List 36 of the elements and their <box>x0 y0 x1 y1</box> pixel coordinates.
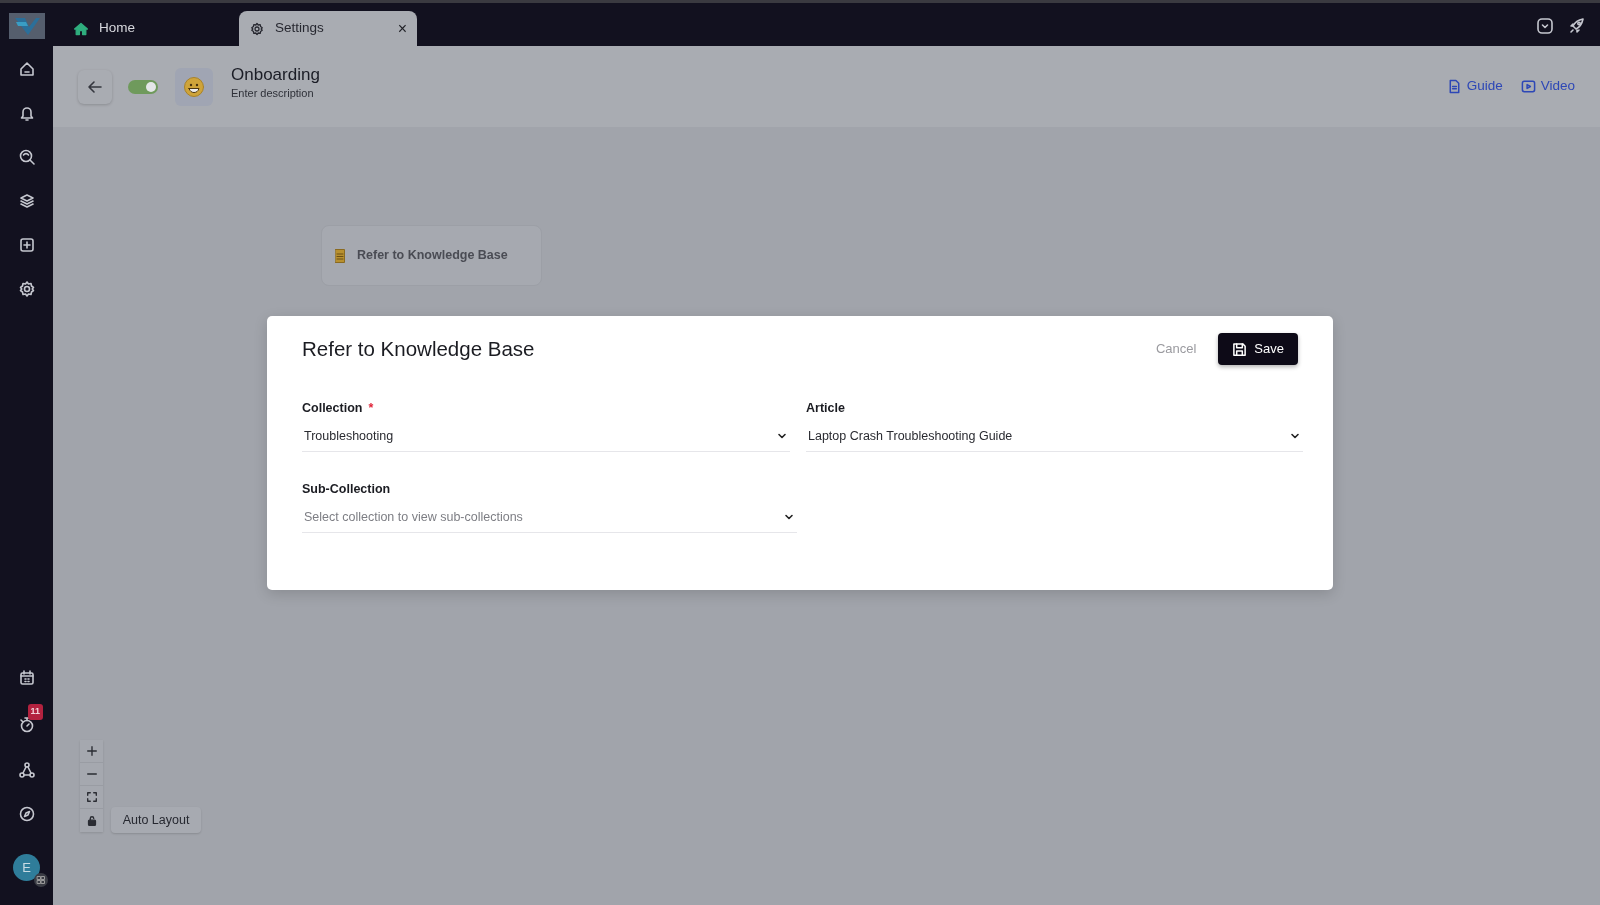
link[interactable]: Guide <box>1446 76 1503 97</box>
field-label: Collection <box>302 401 363 415</box>
lock-icon <box>85 814 98 827</box>
node-label: Refer to Knowledge Base <box>357 247 508 265</box>
home-icon <box>73 20 89 37</box>
rocket-icon[interactable] <box>1568 17 1586 35</box>
save-button[interactable]: Save <box>1218 333 1298 365</box>
toggle-switch[interactable] <box>128 79 158 94</box>
network-icon[interactable] <box>16 760 37 780</box>
close-icon[interactable]: × <box>397 16 407 41</box>
document-icon <box>335 248 345 263</box>
fit-view-icon <box>85 791 98 803</box>
required-marker: * <box>368 401 374 415</box>
smiley-icon <box>183 75 205 98</box>
notification-count: 11 <box>27 704 43 720</box>
select-field[interactable]: Laptop Crash Troubleshooting Guide <box>806 421 1303 452</box>
zoom-in-icon <box>85 745 98 757</box>
field-label: Article <box>806 401 845 415</box>
select-field[interactable]: Troubleshooting <box>302 421 790 452</box>
auto-layout-button[interactable]: Auto Layout <box>111 807 201 833</box>
app-logo[interactable] <box>8 13 45 39</box>
modal-title: Refer to Knowledge Base <box>302 335 535 362</box>
tab[interactable]: Settings × <box>239 11 417 46</box>
back-button[interactable] <box>78 69 112 104</box>
flow-node[interactable]: Refer to Knowledge Base <box>321 225 542 286</box>
link[interactable]: Video <box>1520 76 1575 97</box>
video-icon <box>1520 79 1536 94</box>
grid-icon <box>34 873 48 887</box>
field-label: Sub-Collection <box>302 481 391 496</box>
flow-title: Onboarding <box>231 65 320 86</box>
save-icon <box>1232 341 1248 357</box>
flow-description[interactable]: Enter description <box>231 85 320 102</box>
select-field[interactable]: Select collection to view sub-collections <box>302 502 797 533</box>
dropdown-icon[interactable] <box>1536 17 1554 35</box>
tab[interactable]: Home <box>63 11 233 46</box>
settings-icon <box>249 20 265 37</box>
